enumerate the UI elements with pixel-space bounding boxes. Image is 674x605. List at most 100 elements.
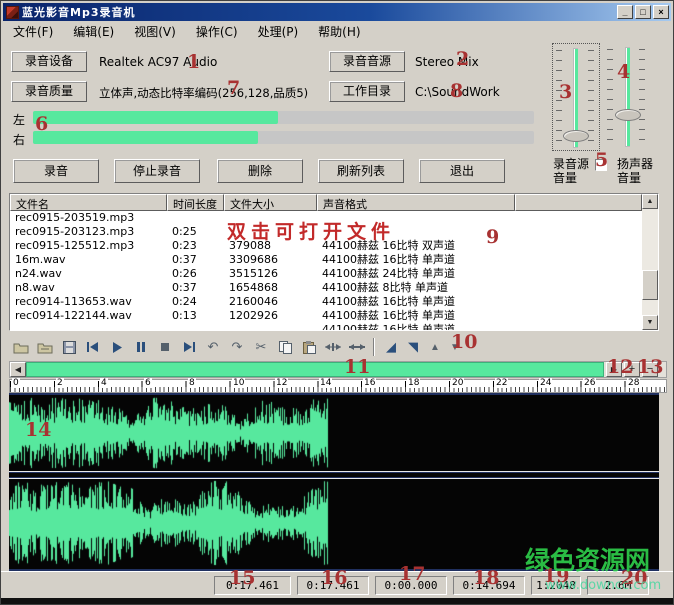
pause-icon[interactable]: [131, 337, 151, 357]
annotation-1: 1: [187, 51, 200, 73]
zoom-out-h-icon[interactable]: [347, 337, 367, 357]
workdir-button[interactable]: 工作目录: [329, 81, 405, 102]
file-row-partial[interactable]: 44100赫兹 16比特 单声道: [10, 323, 658, 331]
window-title: 蓝光影音Mp3录音机: [22, 4, 615, 20]
annotation-8: 8: [450, 80, 463, 102]
speaker-volume-label: 扬声器音量: [617, 157, 653, 185]
copy-icon[interactable]: [275, 337, 295, 357]
scroll-up-icon[interactable]: ▲: [642, 194, 658, 209]
file-row[interactable]: rec0914-122144.wav0:13 120292644100赫兹 16…: [10, 309, 658, 323]
menu-file[interactable]: 文件(F): [3, 21, 63, 42]
record-volume-thumb[interactable]: [563, 130, 589, 142]
annotation-3: 3: [559, 81, 572, 103]
zoom-in-h-icon[interactable]: [323, 337, 343, 357]
file-row[interactable]: n24.wav0:26 351512644100赫兹 24比特 单声道: [10, 267, 658, 281]
stop-record-button[interactable]: 停止录音: [114, 159, 200, 183]
toolbar-separator: [373, 338, 375, 356]
meter-left: [33, 111, 534, 124]
meter-right: [33, 131, 534, 144]
redo-icon[interactable]: ↷: [227, 337, 247, 357]
scroll-left-icon[interactable]: ◀: [10, 362, 26, 377]
play-icon[interactable]: [107, 337, 127, 357]
annotation-9: 9: [486, 226, 499, 248]
record-button[interactable]: 录音: [13, 159, 99, 183]
maximize-button[interactable]: □: [635, 5, 651, 19]
undo-icon[interactable]: ↶: [203, 337, 223, 357]
paste-icon[interactable]: [299, 337, 319, 357]
meter-right-label: 右: [13, 131, 25, 148]
position-scrollbar[interactable]: ◀ ▶ + −: [9, 361, 667, 378]
annotation-hint: 双击可打开文件: [227, 217, 395, 244]
annotation-14: 14: [25, 419, 51, 441]
refresh-list-button[interactable]: 刷新列表: [318, 159, 404, 183]
speaker-volume-thumb[interactable]: [615, 109, 641, 121]
delete-button[interactable]: 删除: [217, 159, 303, 183]
menu-operate[interactable]: 操作(C): [186, 21, 248, 42]
column-header-format[interactable]: 声音格式: [317, 194, 515, 211]
time-ruler: 0 2 4 6 8 10 12 14 16 18 20 22 24 26 28: [9, 379, 667, 393]
column-header-size[interactable]: 文件大小: [224, 194, 317, 211]
annotation-5: 5: [595, 149, 608, 171]
annotation-6: 6: [35, 113, 48, 135]
menu-bar: 文件(F) 编辑(E) 视图(V) 操作(C) 处理(P) 帮助(H): [3, 21, 671, 42]
record-volume-label: 录音源音量: [553, 157, 589, 185]
menu-edit[interactable]: 编辑(E): [63, 21, 124, 42]
channel-divider: [9, 471, 659, 479]
cut-icon[interactable]: ✂: [251, 337, 271, 357]
slider-ticks: [588, 50, 594, 146]
annotation-11: 11: [344, 356, 370, 378]
file-list-scroll-thumb[interactable]: [642, 270, 658, 300]
skip-start-icon[interactable]: [83, 337, 103, 357]
waveform-left-channel[interactable]: [9, 395, 659, 471]
menu-view[interactable]: 视图(V): [124, 21, 186, 42]
slider-ticks: [639, 49, 645, 145]
record-quality-button[interactable]: 录音质量: [11, 81, 87, 102]
open-folder-icon[interactable]: [35, 337, 55, 357]
annotation-13: 13: [637, 356, 663, 378]
annotation-12: 12: [607, 356, 633, 378]
annotation-2: 2: [456, 48, 469, 70]
column-header-filename[interactable]: 文件名: [10, 194, 167, 211]
title-bar: 蓝光影音Mp3录音机 _ □ ×: [3, 3, 671, 21]
exit-button[interactable]: 退出: [419, 159, 505, 183]
bottom-edge: [1, 598, 674, 605]
annotation-18: 18: [473, 567, 499, 589]
record-source-button[interactable]: 录音音源: [329, 51, 405, 72]
record-quality-value: 立体声,动态比特率编码(256,128,品质5): [99, 85, 308, 101]
annotation-16: 16: [321, 567, 347, 589]
file-row[interactable]: rec0914-113653.wav0:24 216004644100赫兹 16…: [10, 295, 658, 309]
annotation-4: 4: [617, 61, 630, 83]
position-scroll-thumb[interactable]: [26, 362, 604, 377]
minimize-button[interactable]: _: [617, 5, 633, 19]
annotation-15: 15: [229, 567, 255, 589]
column-header-extra[interactable]: [515, 194, 642, 211]
speaker-volume-slider[interactable]: [605, 43, 649, 151]
fade-out-icon[interactable]: ◥: [403, 337, 423, 357]
stop-icon[interactable]: [155, 337, 175, 357]
menu-process[interactable]: 处理(P): [248, 21, 309, 42]
annotation-17: 17: [399, 563, 425, 585]
close-button[interactable]: ×: [653, 5, 669, 19]
file-list-scrollbar[interactable]: ▲ ▼: [642, 194, 658, 330]
column-header-length[interactable]: 时间长度: [167, 194, 224, 211]
file-row[interactable]: 16m.wav0:37 330968644100赫兹 16比特 单声道: [10, 253, 658, 267]
file-row[interactable]: n8.wav0:37 165486844100赫兹 8比特 单声道: [10, 281, 658, 295]
meter-right-fill: [33, 131, 258, 144]
skip-end-icon[interactable]: [179, 337, 199, 357]
annotation-7: 7: [227, 77, 240, 99]
scroll-down-icon[interactable]: ▼: [642, 315, 658, 330]
save-icon[interactable]: [59, 337, 79, 357]
record-device-button[interactable]: 录音设备: [11, 51, 87, 72]
annotation-10: 10: [451, 331, 477, 353]
watermark-site-url: www.downcc.com: [545, 578, 661, 593]
menu-help[interactable]: 帮助(H): [308, 21, 370, 42]
watermark-site-name: 绿色资源网: [525, 541, 650, 577]
file-list-header: 文件名 时间长度 文件大小 声音格式: [10, 194, 658, 211]
volume-up-icon[interactable]: ▲: [425, 337, 445, 357]
slider-ticks: [607, 49, 613, 145]
open-file-icon[interactable]: [11, 337, 31, 357]
edit-toolbar: ↶ ↷ ✂ ◢ ◥ ▲ ▼: [1, 335, 674, 361]
fade-in-icon[interactable]: ◢: [381, 337, 401, 357]
file-list: 文件名 时间长度 文件大小 声音格式 rec0915-203519.mp3 re…: [9, 193, 659, 331]
meter-left-label: 左: [13, 111, 25, 128]
